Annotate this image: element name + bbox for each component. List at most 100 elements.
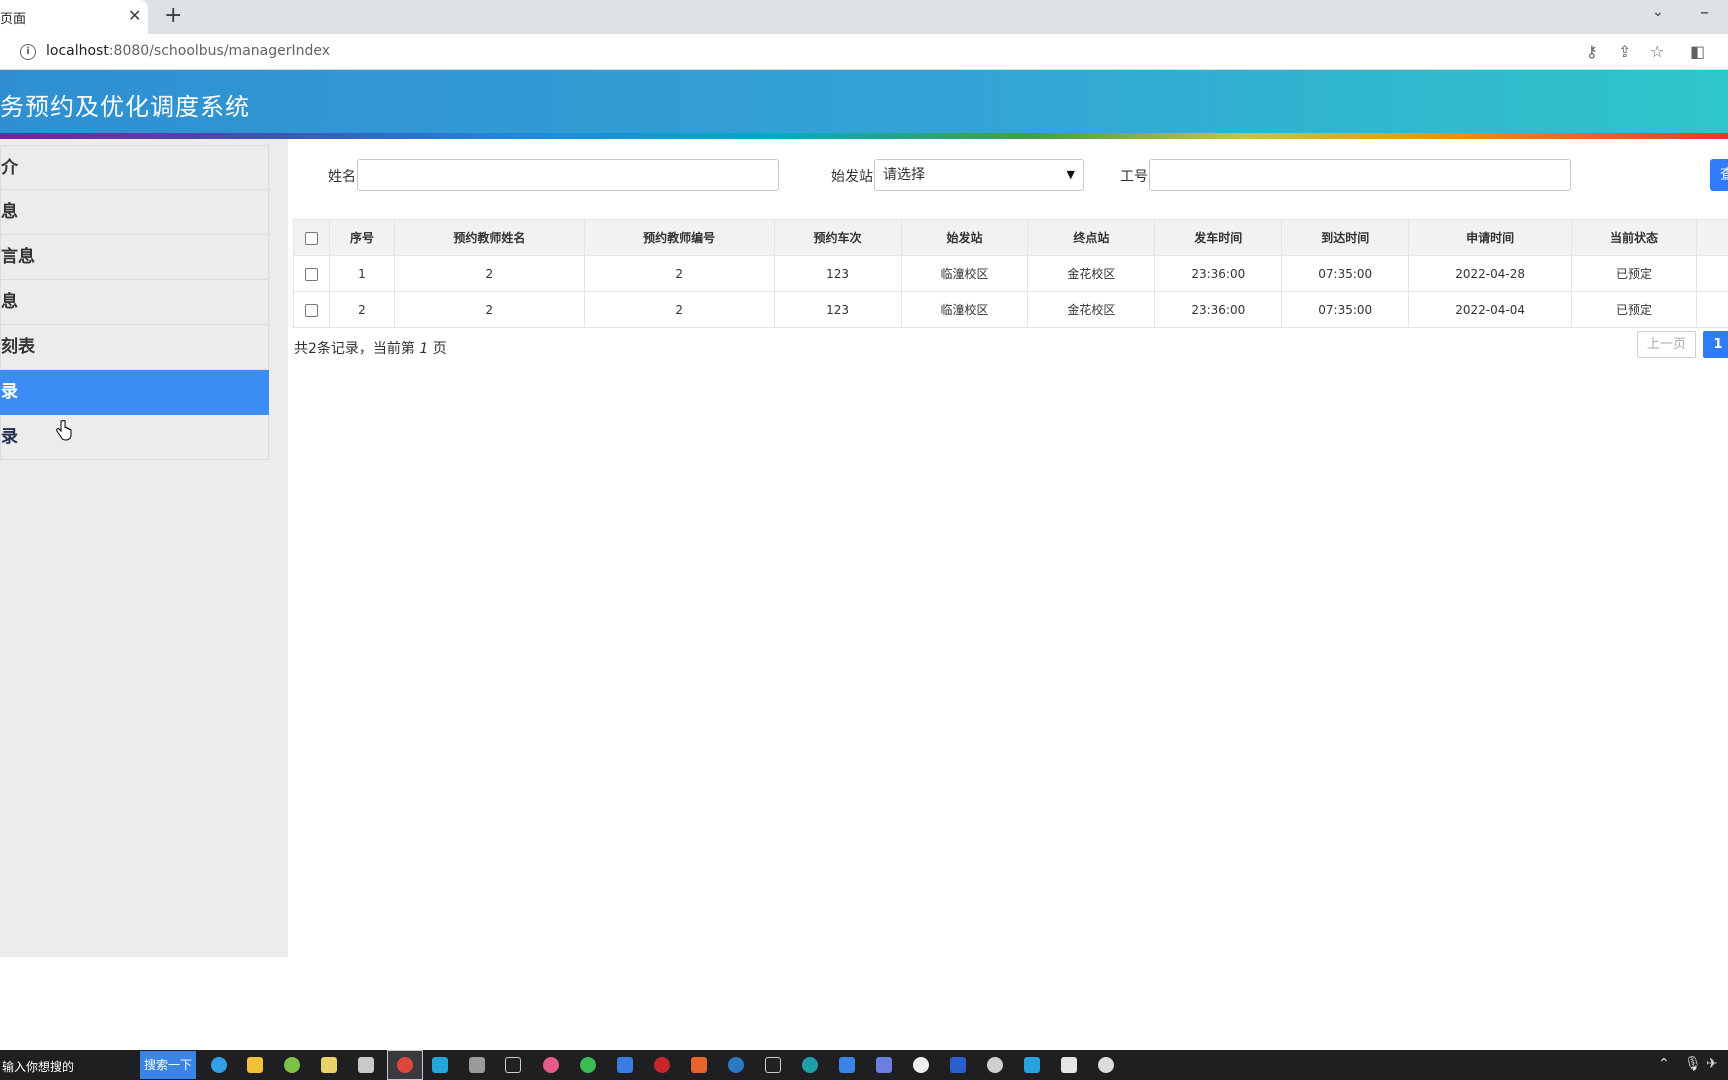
select-all-checkbox[interactable] — [304, 231, 318, 245]
tray-app-icon[interactable]: ✈ — [1706, 1056, 1718, 1072]
notepad-icon[interactable] — [321, 1057, 337, 1073]
star-icon[interactable]: ☆ — [1650, 42, 1664, 61]
app-window-icon[interactable] — [1061, 1057, 1077, 1073]
browser-toolbar: i localhost:8080/schoolbus/managerIndex … — [0, 34, 1728, 70]
table-cell: 1 — [328, 255, 395, 292]
chrome-alt-icon[interactable] — [580, 1057, 596, 1073]
sidebar-item-5[interactable]: 刻表 — [0, 325, 269, 370]
prev-page-button[interactable]: 上一页 — [1637, 331, 1696, 358]
app-s-icon[interactable] — [728, 1057, 744, 1073]
sidebar-item-4[interactable]: 息 — [0, 280, 269, 325]
table-cell: 23:36:00 — [1154, 255, 1283, 292]
intellij-icon[interactable] — [505, 1057, 521, 1073]
table-cell: 2022-04-28 — [1408, 255, 1573, 292]
new-tab-button[interactable]: + — [164, 3, 182, 28]
recorder-icon[interactable] — [654, 1057, 670, 1073]
word-icon[interactable] — [950, 1057, 966, 1073]
row-checkbox[interactable] — [304, 267, 318, 281]
row-checkbox[interactable] — [304, 303, 318, 317]
settings-icon[interactable] — [1098, 1057, 1114, 1073]
table-row: 1 2 2 123 临潼校区 金花校区 23:36:00 07:35:00 20… — [293, 255, 1728, 292]
column-header: 序号 — [328, 219, 395, 256]
id-input[interactable] — [1149, 159, 1571, 191]
sidebar-item-3[interactable]: 言息 — [0, 235, 269, 280]
share-icon[interactable]: ⇪ — [1618, 42, 1631, 61]
table-cell: 已预定 — [1571, 255, 1697, 292]
browser-tab[interactable]: 页面 ✕ — [0, 0, 148, 34]
summary-prefix: 共2条记录，当前第 — [294, 341, 420, 357]
table-header-row: 序号 预约教师姓名 预约教师编号 预约车次 始发站 终点站 发车时间 到达时间 … — [293, 219, 1728, 256]
column-header-extra — [1695, 219, 1728, 256]
sidebar-item-1[interactable]: 介 — [0, 145, 269, 190]
summary-page: 1 — [419, 341, 429, 357]
column-header: 预约车次 — [773, 219, 902, 256]
side-panel-icon[interactable]: ◧ — [1690, 42, 1705, 61]
url-path: :8080/schoolbus/managerIndex — [108, 43, 331, 59]
app-pink-icon[interactable] — [543, 1057, 559, 1073]
table-cell: 临潼校区 — [900, 291, 1029, 328]
key-icon[interactable]: ⚷ — [1586, 42, 1598, 61]
sidebar-menu: 介 息 言息 息 刻表 录 录 — [0, 145, 269, 460]
site-info-icon[interactable]: i — [20, 44, 36, 60]
table-cell: 07:35:00 — [1281, 291, 1410, 328]
sidebar-item-6-active[interactable]: 录 — [0, 370, 269, 415]
monitor-icon[interactable] — [358, 1057, 374, 1073]
table-cell-extra — [1695, 255, 1728, 292]
search-button[interactable]: 查 — [1710, 159, 1728, 191]
app-blue-icon[interactable] — [617, 1057, 633, 1073]
vm-icon[interactable] — [432, 1057, 448, 1073]
minimize-icon[interactable]: – — [1700, 2, 1709, 23]
station-label: 始发站 — [831, 169, 873, 185]
download-icon[interactable] — [839, 1057, 855, 1073]
browser-tabstrip: 页面 ✕ + ⌄ – — [0, 0, 1728, 34]
page-1-button[interactable]: 1 — [1703, 331, 1728, 358]
name-input[interactable] — [357, 159, 779, 191]
record-summary: 共2条记录，当前第 1 页 — [294, 338, 447, 358]
app-link-icon[interactable] — [876, 1057, 892, 1073]
app-orange-icon[interactable] — [691, 1057, 707, 1073]
folder-icon[interactable] — [247, 1057, 263, 1073]
taskbar: 输入你想搜的 搜索一下 ⌃ 🎙 ✈ — [0, 1050, 1728, 1080]
row-select-cell — [293, 255, 330, 292]
app-teal-icon[interactable] — [802, 1057, 818, 1073]
table-cell: 2 — [393, 291, 585, 328]
table-cell: 2022-04-04 — [1408, 291, 1573, 328]
summary-suffix: 页 — [428, 341, 447, 357]
column-header: 当前状态 — [1571, 219, 1697, 256]
telegram-icon[interactable] — [1024, 1057, 1040, 1073]
table-row: 2 2 2 123 临潼校区 金花校区 23:36:00 07:35:00 20… — [293, 291, 1728, 328]
table-cell: 金花校区 — [1027, 255, 1156, 292]
taskbar-search-button[interactable]: 搜索一下 — [140, 1051, 196, 1079]
sidebar-item-2[interactable]: 息 — [0, 190, 269, 235]
app-title: 务预约及优化调度系统 — [0, 93, 250, 121]
taskbar-search-input[interactable]: 输入你想搜的 — [2, 1058, 74, 1075]
app-header: 务预约及优化调度系统 — [0, 70, 1728, 133]
edge-icon[interactable] — [211, 1057, 227, 1073]
table-cell: 23:36:00 — [1154, 291, 1283, 328]
id-label: 工号 — [1120, 169, 1148, 185]
chrome-icon[interactable] — [397, 1057, 413, 1073]
booking-table: 序号 预约教师姓名 预约教师编号 预约车次 始发站 终点站 发车时间 到达时间 … — [293, 219, 1728, 328]
microphone-icon[interactable]: 🎙 — [1684, 1056, 1702, 1072]
column-header: 预约教师姓名 — [393, 219, 585, 256]
qq-icon[interactable] — [913, 1057, 929, 1073]
app-green-icon[interactable] — [284, 1057, 300, 1073]
chat-icon[interactable] — [987, 1057, 1003, 1073]
address-bar[interactable]: localhost:8080/schoolbus/managerIndex — [46, 43, 330, 59]
station-select[interactable]: 请选择 ▼ — [874, 159, 1084, 191]
tab-title: 页面 — [0, 12, 27, 27]
column-header: 到达时间 — [1281, 219, 1410, 256]
tools-icon[interactable] — [469, 1057, 485, 1073]
row-select-cell — [293, 291, 330, 328]
chevron-down-icon[interactable]: ⌄ — [1652, 4, 1664, 20]
intellij-alt-icon[interactable] — [765, 1057, 781, 1073]
close-icon[interactable]: ✕ — [128, 6, 141, 25]
table-cell: 123 — [773, 291, 902, 328]
table-cell: 临潼校区 — [900, 255, 1029, 292]
sidebar-item-7[interactable]: 录 — [0, 415, 269, 460]
table-cell: 2 — [328, 291, 395, 328]
tray-chevron-up-icon[interactable]: ⌃ — [1658, 1056, 1670, 1072]
column-header: 预约教师编号 — [583, 219, 775, 256]
hand-cursor-icon — [56, 420, 72, 441]
name-label: 姓名 — [328, 169, 356, 185]
